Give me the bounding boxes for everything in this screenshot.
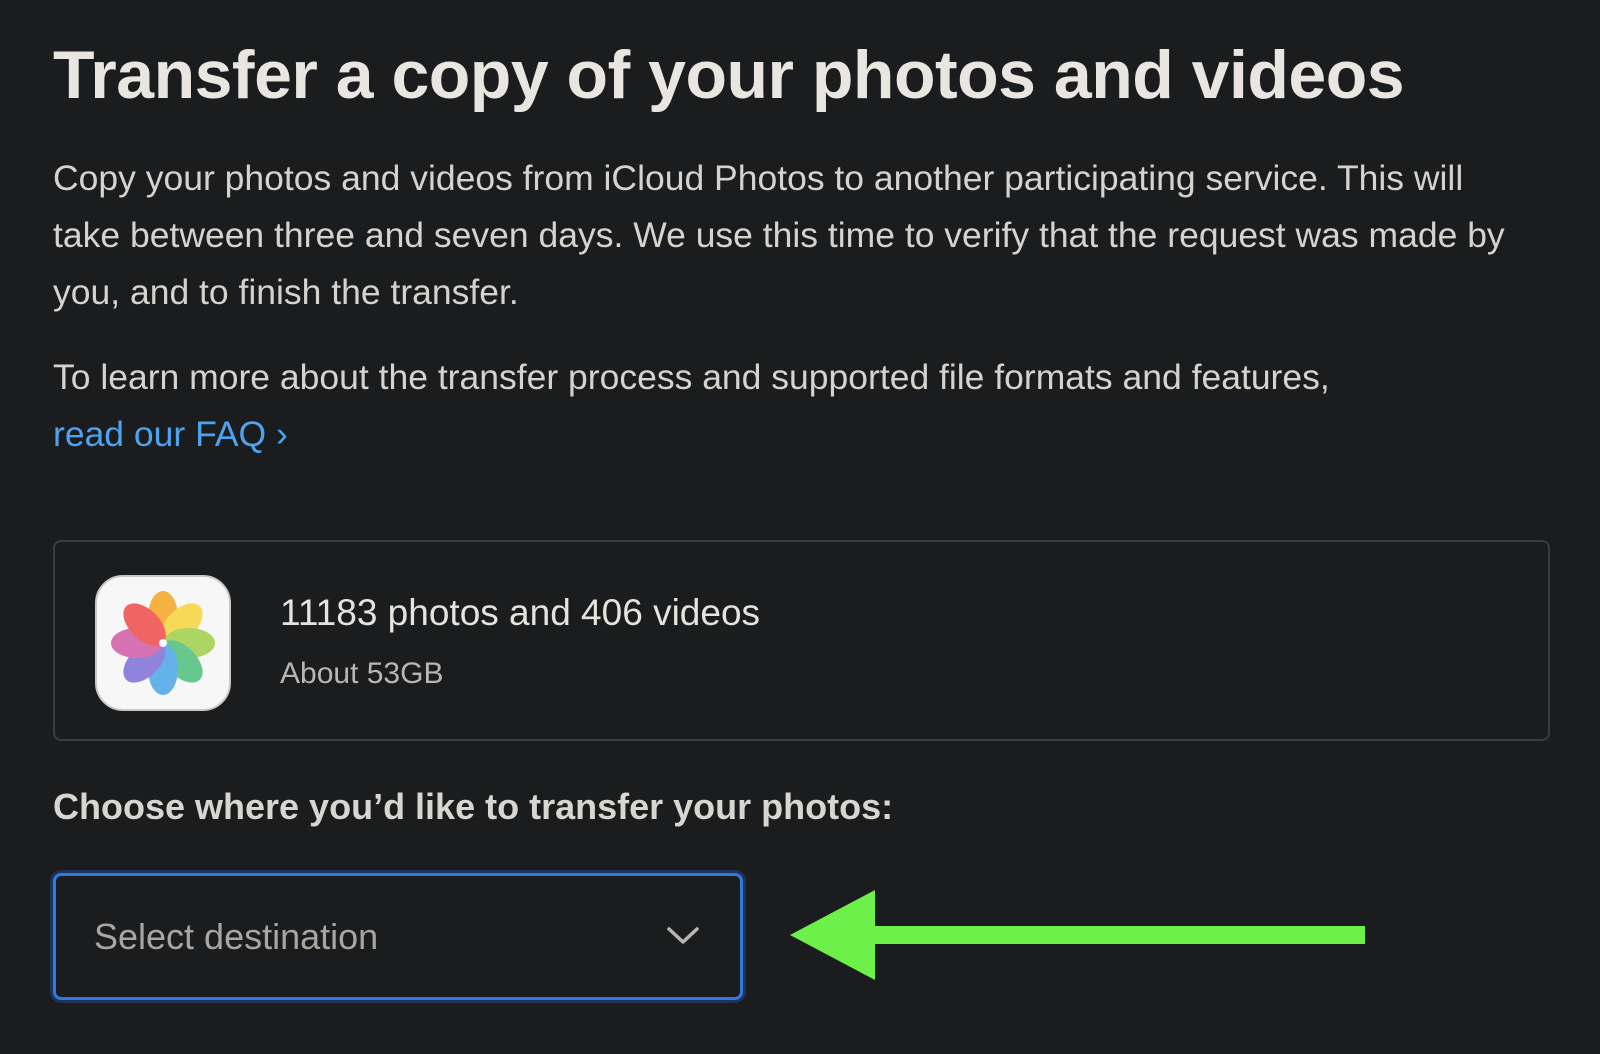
destination-placeholder: Select destination (94, 916, 379, 957)
media-count: 11183 photos and 406 videos (280, 592, 761, 633)
library-size: About 53GB (280, 657, 444, 690)
page-title: Transfer a copy of your photos and video… (53, 37, 1405, 113)
chevron-down-icon (667, 927, 699, 944)
photos-flower-graphic (111, 591, 215, 695)
destination-select[interactable]: Select destination (53, 873, 743, 1000)
learn-more-prefix: To learn more about the transfer process… (53, 357, 1330, 397)
green-arrow-left-icon (790, 890, 1365, 980)
intro-text: Copy your photos and videos from iCloud … (53, 158, 1505, 312)
photos-app-icon (95, 575, 231, 711)
faq-link[interactable]: read our FAQ › (53, 414, 288, 454)
library-summary-card: 11183 photos and 406 videos About 53GB (53, 540, 1550, 741)
destination-label: Choose where you’d like to transfer your… (53, 786, 894, 827)
learn-more-text: To learn more about the transfer process… (53, 349, 1553, 463)
